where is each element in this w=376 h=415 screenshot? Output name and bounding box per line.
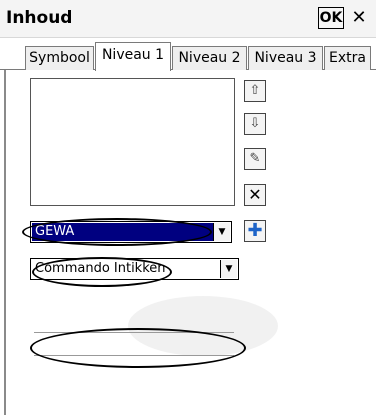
edit-document-icon: ✎	[249, 151, 261, 166]
chevron-down-icon[interactable]: ▼	[220, 260, 237, 278]
highlight-ellipse-gewa	[22, 218, 212, 246]
tab-niveau-3[interactable]: Niveau 3	[248, 46, 323, 70]
delete-icon: ✕	[248, 185, 262, 204]
items-listbox[interactable]	[30, 78, 235, 206]
panel-border	[4, 70, 6, 415]
tab-bar: Symbool Niveau 1 Niveau 2 Niveau 3 Extra	[0, 40, 376, 71]
delete-button[interactable]: ✕	[244, 184, 266, 206]
arrow-up-icon: ⇧	[249, 83, 261, 98]
title-bar: Inhoud OK ✕	[0, 0, 376, 38]
close-icon[interactable]: ✕	[347, 6, 371, 30]
tab-niveau-2[interactable]: Niveau 2	[172, 46, 247, 70]
dialog-window: Inhoud OK ✕ Symbool Niveau 1 Niveau 2 Ni…	[0, 0, 376, 415]
ok-button[interactable]: OK	[318, 7, 344, 29]
move-up-button[interactable]: ⇧	[244, 80, 266, 102]
add-button[interactable]: ✚	[244, 220, 266, 242]
tab-niveau-1[interactable]: Niveau 1	[95, 42, 171, 71]
tab-symbool[interactable]: Symbool	[25, 46, 94, 70]
chevron-down-icon[interactable]: ▼	[213, 223, 230, 241]
window-title: Inhoud	[6, 8, 73, 28]
highlight-ellipse-command	[32, 257, 172, 287]
plus-icon: ✚	[247, 220, 263, 241]
edit-button[interactable]: ✎	[244, 148, 266, 170]
tab-extra[interactable]: Extra	[324, 46, 371, 70]
move-down-button[interactable]: ⇩	[244, 113, 266, 135]
arrow-down-icon: ⇩	[249, 116, 261, 131]
highlight-ellipse-field	[30, 328, 246, 368]
